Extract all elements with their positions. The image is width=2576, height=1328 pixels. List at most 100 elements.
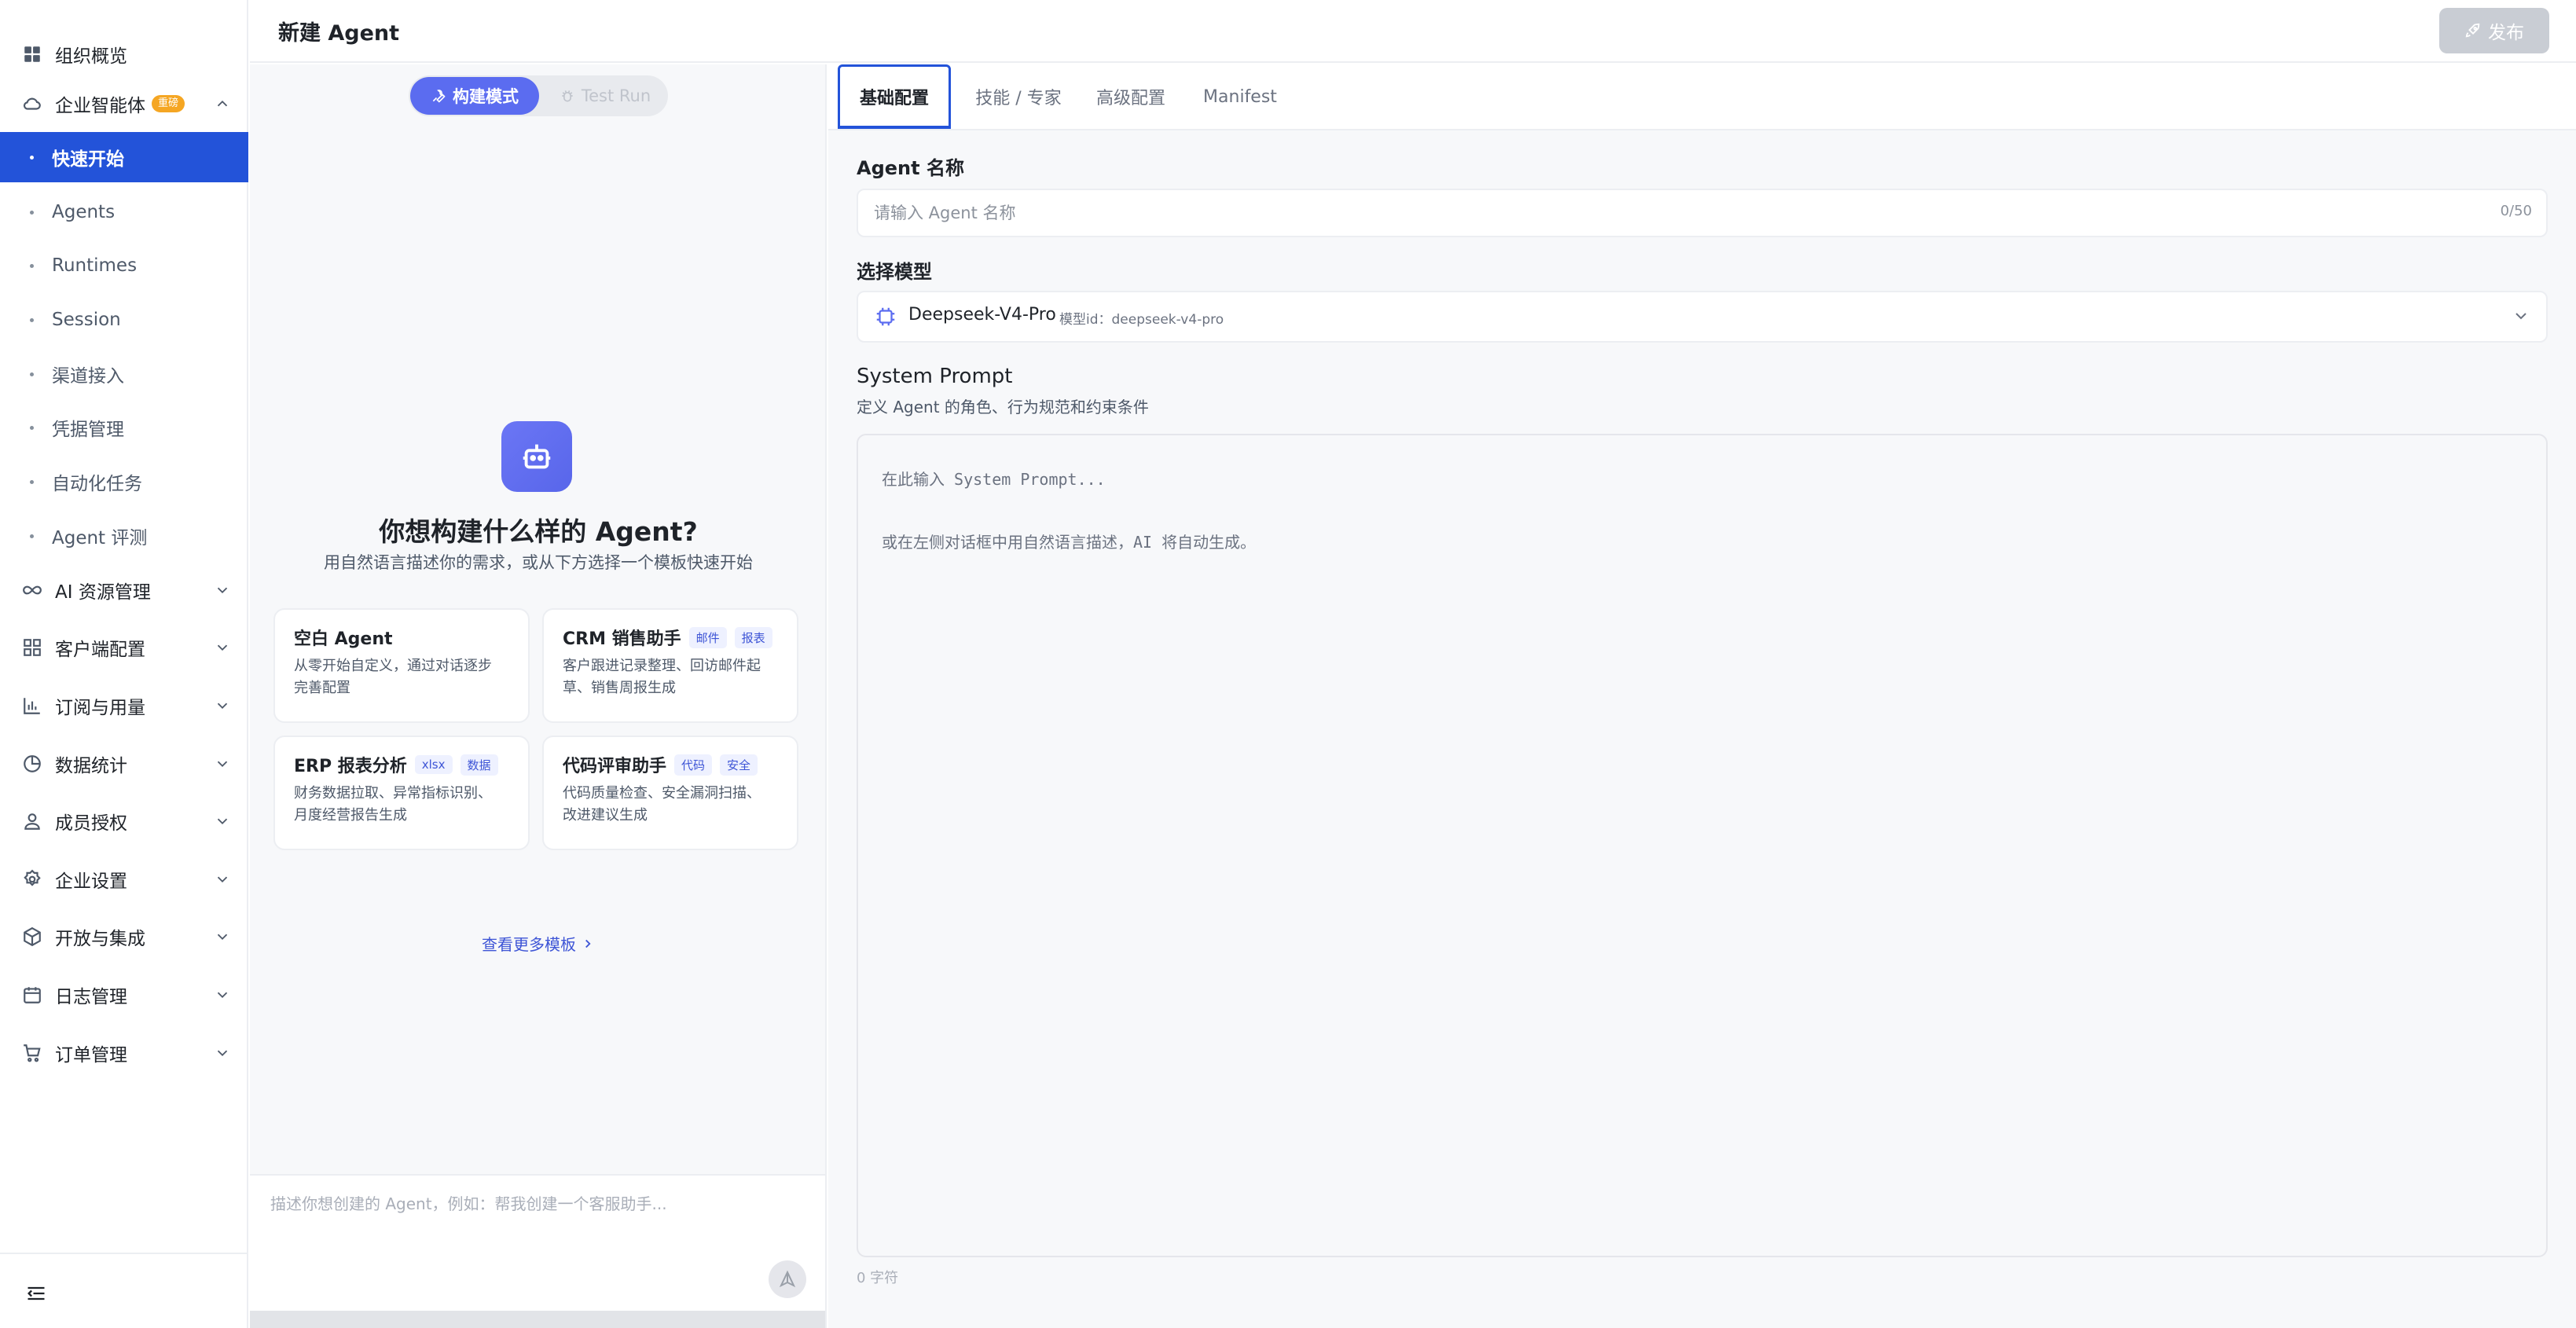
horizontal-scrollbar[interactable]: [250, 1311, 825, 1328]
template-title: CRM 销售助手: [563, 629, 681, 649]
tab-manifest[interactable]: Manifest: [1196, 64, 1284, 129]
rocket-icon: [2465, 23, 2480, 38]
bullet-dot: [30, 480, 34, 484]
sidebar-item-label: Agent 评测: [52, 528, 148, 548]
tab-skills-experts[interactable]: 技能 / 专家: [963, 64, 1073, 129]
template-tag: 数据: [460, 754, 498, 776]
tab-label: 高级配置: [1095, 89, 1165, 108]
sidebar-item-label: 快速开始: [52, 149, 124, 170]
system-prompt-hint: 定义 Agent 的角色、行为规范和约束条件: [857, 398, 1149, 416]
agent-avatar: [501, 421, 572, 492]
bullet-dot: [30, 426, 34, 430]
bullet-dot: [30, 318, 34, 322]
sidebar-group-label: 订单管理: [55, 1045, 127, 1066]
sidebar-item-automation[interactable]: 自动化任务: [0, 457, 248, 507]
sidebar-item-channels[interactable]: 渠道接入: [0, 349, 248, 399]
collapse-sidebar-icon[interactable]: [25, 1282, 47, 1304]
chat-input[interactable]: [270, 1188, 773, 1220]
cloud-icon: [22, 94, 42, 114]
sidebar-group-label: 成员授权: [55, 813, 127, 834]
tab-label: 技能 / 专家: [975, 89, 1062, 108]
sidebar-group-members[interactable]: 成员授权: [0, 798, 248, 845]
model-select[interactable]: Deepseek-V4-Pro 模型id：deepseek-v4-pro: [857, 291, 2548, 343]
model-id: 模型id：deepseek-v4-pro: [1059, 312, 1224, 328]
send-icon: [779, 1270, 796, 1288]
sidebar-group-label: 开放与集成: [55, 929, 145, 949]
sidebar-group-label: 企业设置: [55, 871, 127, 892]
infinity-icon: [22, 580, 42, 600]
test-run-button[interactable]: Test Run: [544, 77, 666, 115]
chevron-up-icon: [214, 95, 231, 112]
sidebar-item-org-overview[interactable]: 组织概览: [0, 31, 248, 77]
chevron-down-icon: [214, 639, 231, 656]
agent-name-label: Agent 名称: [857, 157, 964, 179]
sidebar-item-label: Agents: [52, 202, 116, 222]
calendar-icon: [22, 985, 42, 1005]
sidebar-item-agents[interactable]: Agents: [0, 187, 248, 237]
template-card-code-review[interactable]: 代码评审助手 代码 安全 代码质量检查、安全漏洞扫描、 改进建议生成: [542, 736, 798, 850]
bullet-dot: [30, 372, 34, 376]
sidebar-item-credentials[interactable]: 凭据管理: [0, 402, 248, 453]
bullet-dot: [30, 264, 34, 268]
send-button[interactable]: [769, 1260, 806, 1298]
sidebar-group-subscription[interactable]: 订阅与用量: [0, 682, 248, 729]
bullet-dot: [30, 156, 34, 160]
sidebar-group-client-config[interactable]: 客户端配置: [0, 624, 248, 671]
system-prompt-input[interactable]: [882, 464, 2523, 1232]
chevron-down-icon: [214, 928, 231, 945]
template-tag: 代码: [674, 754, 713, 776]
sidebar-footer: [0, 1253, 248, 1328]
prompt-char-count: 0 字符: [857, 1270, 899, 1286]
sidebar-item-runtimes[interactable]: Runtimes: [0, 240, 248, 291]
system-prompt-label: System Prompt: [857, 365, 1013, 388]
template-tag: 报表: [734, 626, 772, 648]
template-card-blank[interactable]: 空白 Agent 从零开始自定义，通过对话逐步 完善配置: [273, 608, 530, 723]
publish-button[interactable]: 发布: [2439, 8, 2549, 53]
more-templates-link[interactable]: 查看更多模板: [250, 932, 827, 955]
sidebar-group-label: 订阅与用量: [55, 698, 145, 718]
sidebar-item-quick-start[interactable]: 快速开始: [0, 132, 248, 182]
build-mode-button[interactable]: 构建模式: [410, 77, 539, 115]
sidebar-group-orders[interactable]: 订单管理: [0, 1029, 248, 1077]
chevron-down-icon: [214, 871, 231, 888]
top-bar: 新建 Agent 发布: [250, 0, 2576, 63]
sidebar-item-label: 凭据管理: [52, 420, 124, 440]
name-char-count: 0/50: [2500, 203, 2532, 219]
publish-label: 发布: [2488, 23, 2524, 43]
template-card-crm[interactable]: CRM 销售助手 邮件 报表 客户跟进记录整理、回访邮件起 草、销售周报生成: [542, 608, 798, 723]
config-panel: 基础配置 技能 / 专家 高级配置 Manifest Agent 名称 0/50…: [828, 64, 2576, 1328]
sidebar-group-logs[interactable]: 日志管理: [0, 971, 248, 1018]
bug-icon: [562, 90, 573, 102]
tab-basic-config[interactable]: 基础配置: [838, 64, 951, 129]
template-card-erp[interactable]: ERP 报表分析 xlsx 数据 财务数据拉取、异常指标识别、 月度经营报告生成: [273, 736, 530, 850]
sidebar-group-integration[interactable]: 开放与集成: [0, 913, 248, 960]
template-description: 从零开始自定义，通过对话逐步 完善配置: [294, 658, 492, 696]
tab-advanced-config[interactable]: 高级配置: [1086, 64, 1176, 129]
agent-name-input[interactable]: [874, 190, 2367, 236]
template-title: 空白 Agent: [294, 629, 393, 649]
robot-icon: [523, 444, 551, 469]
sidebar-item-label: 自动化任务: [52, 474, 142, 494]
template-tag: xlsx: [414, 755, 453, 774]
config-tabs: 基础配置 技能 / 专家 高级配置 Manifest: [828, 64, 2576, 130]
bar-chart-icon: [22, 695, 42, 716]
sidebar-item-session[interactable]: Session: [0, 295, 248, 345]
chevron-down-icon: [214, 986, 231, 1003]
sidebar-group-label: 日志管理: [55, 987, 127, 1007]
template-description: 客户跟进记录整理、回访邮件起 草、销售周报生成: [563, 658, 761, 696]
chip-icon: [874, 305, 897, 328]
bullet-dot: [30, 211, 34, 215]
sidebar-group-label: 客户端配置: [55, 640, 145, 660]
sidebar-group-enterprise-agent[interactable]: 企业智能体 重磅: [0, 80, 248, 127]
sidebar-item-agent-eval[interactable]: Agent 评测: [0, 511, 248, 561]
sidebar-group-statistics[interactable]: 数据统计: [0, 740, 248, 787]
sidebar-group-enterprise-settings[interactable]: 企业设置: [0, 856, 248, 903]
sidebar: 组织概览 企业智能体 重磅 快速开始 Agents Runtimes Sessi…: [0, 0, 248, 1328]
chevron-down-icon: [214, 755, 231, 772]
user-icon: [22, 811, 42, 831]
pie-chart-icon: [22, 754, 42, 774]
sidebar-group-ai-resources[interactable]: AI 资源管理: [0, 567, 248, 614]
new-badge: 重磅: [152, 95, 185, 112]
sidebar-group-label: 数据统计: [55, 756, 127, 776]
test-run-label: Test Run: [581, 86, 651, 105]
